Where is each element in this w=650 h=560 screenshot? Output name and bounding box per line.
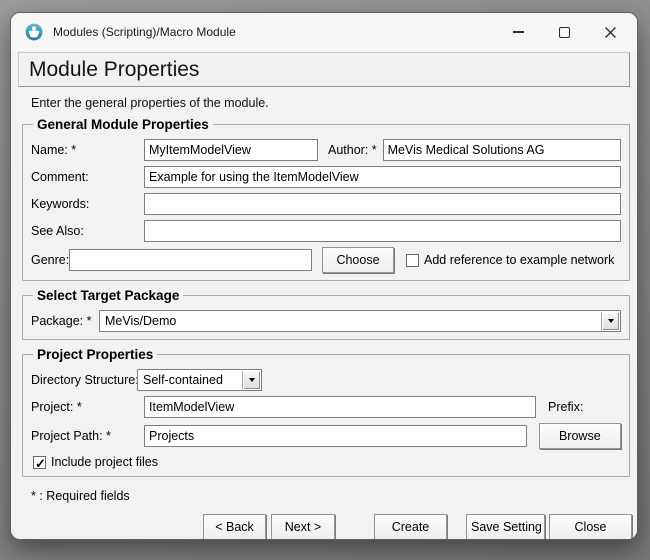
keywords-input[interactable] <box>144 193 621 215</box>
keywords-row: Keywords: <box>31 193 621 215</box>
prefix-label: Prefix: <box>548 400 583 414</box>
package-row: Package: * MeVis/Demo <box>31 310 621 332</box>
genre-input[interactable] <box>69 249 312 271</box>
wizard-dialog-window: Modules (Scripting)/Macro Module Module … <box>10 12 638 540</box>
author-label: Author: * <box>328 143 377 157</box>
package-label: Package: * <box>31 314 99 328</box>
choose-button[interactable]: Choose <box>322 247 394 273</box>
directory-structure-label: Directory Structure: <box>31 373 137 387</box>
package-combobox[interactable]: MeVis/Demo <box>99 310 621 332</box>
see-also-row: See Also: <box>31 220 621 242</box>
add-reference-label: Add reference to example network <box>424 253 614 267</box>
project-label: Project: * <box>31 400 144 414</box>
project-properties-legend: Project Properties <box>33 347 157 362</box>
minimize-icon <box>513 31 524 33</box>
comment-row: Comment: <box>31 166 621 188</box>
close-dialog-button[interactable]: Close <box>549 514 632 540</box>
mevislab-logo-icon <box>25 23 43 41</box>
wizard-button-row: < Back Next > Create Save Setting Close <box>11 514 632 540</box>
select-target-package-group: Select Target Package Package: * MeVis/D… <box>22 288 630 340</box>
include-project-files-checkbox[interactable] <box>33 456 46 469</box>
directory-structure-combobox[interactable]: Self-contained <box>137 369 262 391</box>
maximize-icon <box>559 27 570 38</box>
genre-row: Genre: Choose Add reference to example n… <box>31 247 621 273</box>
see-also-label: See Also: <box>31 224 144 238</box>
comment-label: Comment: <box>31 170 144 184</box>
general-module-properties-group: General Module Properties Name: * Author… <box>22 117 630 281</box>
project-path-label: Project Path: * <box>31 429 144 443</box>
chevron-down-icon <box>608 319 614 323</box>
page-title: Module Properties <box>29 58 199 82</box>
minimize-button[interactable] <box>501 17 535 47</box>
include-project-files-label: Include project files <box>51 455 158 469</box>
save-setting-button[interactable]: Save Setting <box>466 514 545 540</box>
include-project-files-row: Include project files <box>33 455 621 469</box>
comment-input[interactable] <box>144 166 621 188</box>
directory-structure-selected-value: Self-contained <box>143 373 223 387</box>
project-properties-group: Project Properties Directory Structure: … <box>22 347 630 477</box>
create-button[interactable]: Create <box>374 514 447 540</box>
see-also-input[interactable] <box>144 220 621 242</box>
close-button[interactable] <box>593 17 627 47</box>
page-description: Enter the general properties of the modu… <box>31 96 637 110</box>
project-input[interactable] <box>144 396 536 418</box>
name-author-row: Name: * Author: * <box>31 139 621 161</box>
author-input[interactable] <box>383 139 621 161</box>
package-selected-value: MeVis/Demo <box>105 314 176 328</box>
back-button[interactable]: < Back <box>203 514 266 540</box>
project-path-input[interactable] <box>144 425 527 447</box>
window-title: Modules (Scripting)/Macro Module <box>53 25 236 39</box>
browse-button[interactable]: Browse <box>539 423 621 449</box>
close-icon <box>605 27 616 38</box>
directory-structure-dropdown-button[interactable] <box>242 371 260 389</box>
project-row: Project: * Prefix: <box>31 396 621 418</box>
keywords-label: Keywords: <box>31 197 144 211</box>
page-header: Module Properties <box>18 52 630 87</box>
name-label: Name: * <box>31 143 144 157</box>
required-fields-note: * : Required fields <box>31 489 637 503</box>
package-dropdown-button[interactable] <box>601 312 619 330</box>
chevron-down-icon <box>249 378 255 382</box>
general-module-properties-legend: General Module Properties <box>33 117 213 132</box>
name-input[interactable] <box>144 139 318 161</box>
select-target-package-legend: Select Target Package <box>33 288 183 303</box>
project-path-row: Project Path: * Browse <box>31 423 621 449</box>
next-button[interactable]: Next > <box>271 514 335 540</box>
add-reference-field: Add reference to example network <box>406 253 614 267</box>
maximize-button[interactable] <box>547 17 581 47</box>
add-reference-checkbox[interactable] <box>406 254 419 267</box>
titlebar[interactable]: Modules (Scripting)/Macro Module <box>11 13 637 51</box>
directory-structure-row: Directory Structure: Self-contained <box>31 369 621 391</box>
genre-label: Genre: <box>31 253 69 267</box>
